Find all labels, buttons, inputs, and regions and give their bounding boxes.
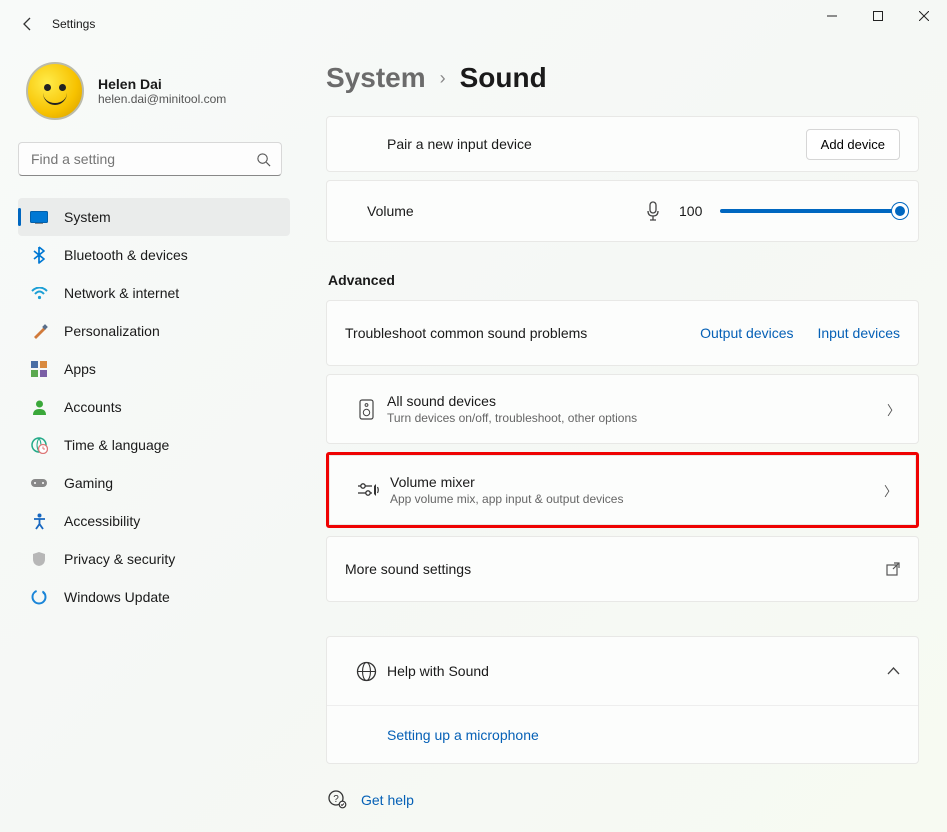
breadcrumb-parent[interactable]: System	[326, 62, 426, 94]
row-subtitle: Turn devices on/off, troubleshoot, other…	[387, 411, 887, 425]
volume-value: 100	[679, 203, 702, 219]
output-devices-link[interactable]: Output devices	[700, 325, 793, 341]
update-icon	[30, 588, 48, 606]
user-box[interactable]: Helen Dai helen.dai@minitool.com	[26, 62, 290, 120]
slider-thumb[interactable]	[892, 203, 908, 219]
more-sound-settings-row[interactable]: More sound settings	[326, 536, 919, 602]
volume-label: Volume	[367, 203, 627, 219]
nav-label: Time & language	[64, 437, 169, 453]
nav-label: System	[64, 209, 111, 225]
nav-time[interactable]: Time & language	[18, 426, 290, 464]
accessibility-icon	[30, 512, 48, 530]
close-icon	[919, 11, 929, 21]
gamepad-icon	[30, 474, 48, 492]
nav-personalization[interactable]: Personalization	[18, 312, 290, 350]
mixer-icon	[358, 482, 380, 498]
maximize-icon	[873, 11, 883, 21]
footer-links: ? Get help	[328, 790, 919, 809]
volume-card: Volume 100	[326, 180, 919, 242]
user-name: Helen Dai	[98, 76, 226, 92]
nav-network[interactable]: Network & internet	[18, 274, 290, 312]
speaker-icon	[359, 399, 374, 420]
nav-apps[interactable]: Apps	[18, 350, 290, 388]
arrow-left-icon	[20, 16, 36, 32]
app-title: Settings	[52, 17, 95, 31]
breadcrumb: System › Sound	[326, 62, 919, 94]
minimize-icon	[827, 11, 837, 21]
avatar	[26, 62, 84, 120]
volume-slider[interactable]	[720, 209, 900, 213]
chevron-right-icon: 〉	[887, 400, 900, 419]
nav-label: Privacy & security	[64, 551, 175, 567]
nav-bluetooth[interactable]: Bluetooth & devices	[18, 236, 290, 274]
row-title: Volume mixer	[390, 474, 884, 490]
nav-update[interactable]: Windows Update	[18, 578, 290, 616]
help-card: Help with Sound Setting up a microphone	[326, 636, 919, 764]
nav-label: Accessibility	[64, 513, 140, 529]
wifi-icon	[30, 284, 48, 302]
nav-label: Apps	[64, 361, 96, 377]
nav-label: Personalization	[64, 323, 160, 339]
troubleshoot-label: Troubleshoot common sound problems	[345, 325, 700, 341]
advanced-heading: Advanced	[328, 272, 919, 288]
nav-label: Gaming	[64, 475, 113, 491]
back-button[interactable]	[8, 4, 48, 44]
help-link-microphone[interactable]: Setting up a microphone	[387, 727, 539, 743]
nav-label: Bluetooth & devices	[64, 247, 188, 263]
help-title: Help with Sound	[387, 663, 887, 679]
volume-mixer-row[interactable]: Volume mixer App volume mix, app input &…	[329, 455, 916, 525]
nav-system[interactable]: System	[18, 198, 290, 236]
help-header-row[interactable]: Help with Sound	[327, 637, 918, 705]
nav-label: Network & internet	[64, 285, 179, 301]
window-controls	[809, 0, 947, 32]
apps-icon	[30, 360, 48, 378]
svg-text:?: ?	[333, 794, 339, 805]
nav-accounts[interactable]: Accounts	[18, 388, 290, 426]
get-help-link[interactable]: Get help	[361, 792, 414, 808]
shield-icon	[30, 550, 48, 568]
paintbrush-icon	[30, 322, 48, 340]
input-devices-link[interactable]: Input devices	[818, 325, 901, 341]
chevron-right-icon: 〉	[884, 481, 897, 500]
globe-icon	[356, 661, 377, 682]
microphone-icon[interactable]	[645, 201, 661, 221]
help-icon: ?	[328, 790, 347, 809]
nav-gaming[interactable]: Gaming	[18, 464, 290, 502]
search-icon	[256, 152, 271, 167]
user-email: helen.dai@minitool.com	[98, 92, 226, 106]
row-title: More sound settings	[345, 561, 886, 577]
pair-device-card: Pair a new input device Add device	[326, 116, 919, 172]
nav-label: Windows Update	[64, 589, 170, 605]
nav-privacy[interactable]: Privacy & security	[18, 540, 290, 578]
bluetooth-icon	[30, 246, 48, 264]
nav-accessibility[interactable]: Accessibility	[18, 502, 290, 540]
chevron-up-icon	[887, 667, 900, 675]
breadcrumb-current: Sound	[460, 62, 547, 94]
person-icon	[30, 398, 48, 416]
row-title: All sound devices	[387, 393, 887, 409]
highlight-annotation: Volume mixer App volume mix, app input &…	[326, 452, 919, 528]
main-content: System › Sound Pair a new input device A…	[300, 48, 947, 832]
sidebar: Helen Dai helen.dai@minitool.com System …	[0, 48, 300, 832]
troubleshoot-card: Troubleshoot common sound problems Outpu…	[326, 300, 919, 366]
row-subtitle: App volume mix, app input & output devic…	[390, 492, 884, 506]
chevron-right-icon: ›	[440, 68, 446, 89]
add-device-button[interactable]: Add device	[806, 129, 900, 160]
search-input[interactable]	[31, 151, 256, 167]
titlebar: Settings	[0, 0, 947, 48]
system-icon	[30, 208, 48, 226]
maximize-button[interactable]	[855, 0, 901, 32]
search-box[interactable]	[18, 142, 282, 176]
minimize-button[interactable]	[809, 0, 855, 32]
close-button[interactable]	[901, 0, 947, 32]
globe-clock-icon	[30, 436, 48, 454]
all-sound-devices-row[interactable]: All sound devices Turn devices on/off, t…	[326, 374, 919, 444]
nav-list: System Bluetooth & devices Network & int…	[18, 198, 290, 616]
open-external-icon	[886, 562, 900, 576]
pair-label: Pair a new input device	[387, 136, 806, 152]
nav-label: Accounts	[64, 399, 122, 415]
